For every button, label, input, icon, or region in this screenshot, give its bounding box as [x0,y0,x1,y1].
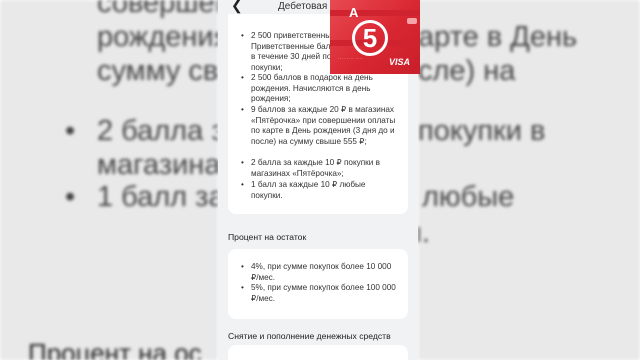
bank-logo: A [349,5,359,20]
bg-line: покупки. [418,217,430,249]
bg-line: 2 балла за [65,114,218,148]
five-logo: 5 [352,20,388,56]
bg-line: магазинах [97,149,218,181]
bg-line: сумму свы [97,55,218,87]
debit-card-image: A 5 ···· ···· ···· VISA [330,0,420,74]
bg-line: совершени [97,0,218,19]
bg-line: рождения [97,21,218,53]
list-item: 1 балл за каждые 10 ₽ любые покупки. [241,180,399,201]
withdrawal-card [228,345,408,360]
back-arrow-icon[interactable]: ❮ [231,0,243,12]
list-item: 2 балла за каждые 10 ₽ покупки в магазин… [241,158,399,179]
bg-line: любые [422,181,515,213]
section-title-withdrawal: Снятие и пополнение денежных средств [228,331,391,341]
background-blur-left: совершени рождения сумму свы 2 балла за … [0,0,218,360]
bg-line: сле) на [418,55,516,87]
list-item: 9 баллов за каждые 20 ₽ в магазинах «Пят… [241,105,399,147]
chip-icon [407,18,417,24]
background-blur-right: арте в День сле) на покупки в любые поку… [418,0,640,360]
list-item: 2 500 баллов в подарок на день рождения.… [241,73,399,105]
interest-card: 4%, при сумме покупок более 10 000 ₽/мес… [228,249,408,319]
bg-line: арте в День [418,21,578,53]
bg-line: покупки в [418,115,546,147]
visa-logo: VISA [389,57,411,67]
bg-heading: Процент на ос [28,338,202,360]
list-item: 4%, при сумме покупок более 10 000 ₽/мес… [241,262,399,283]
bg-line: 1 балл за [65,180,218,214]
card-number-decoration: ···· ···· ···· [338,56,364,61]
list-item: 5%, при сумме покупок более 100 000 ₽/ме… [241,283,399,304]
section-title-interest: Процент на остаток [228,232,307,242]
